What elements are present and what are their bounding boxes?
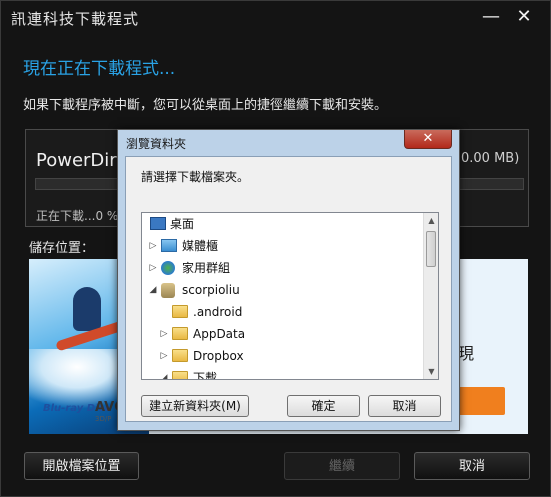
scroll-thumb[interactable] [426, 231, 436, 267]
close-button[interactable]: ✕ [513, 7, 535, 27]
tree-item-appdata[interactable]: ▷ AppData [142, 323, 424, 345]
scroll-down-icon[interactable]: ▼ [424, 364, 438, 379]
tree-item-label: Dropbox [193, 349, 244, 363]
banner-button[interactable] [457, 387, 505, 415]
title-bar: 訊連科技下載程式 — ✕ [1, 1, 551, 33]
banner-text: 現 [458, 344, 475, 363]
tree-item-label: scorpioliu [182, 283, 240, 297]
user-folder-icon [161, 283, 175, 298]
dialog-cancel-button[interactable]: 取消 [368, 395, 441, 417]
continue-button[interactable]: 繼續 [284, 452, 400, 480]
libraries-icon [161, 239, 177, 252]
tree-scrollbar[interactable]: ▲ ▼ [423, 213, 438, 379]
dialog-body: 請選擇下載檔案夾。 桌面 ▷ 媒體櫃 ▷ 家用群組 ◢ scorpioliu .… [125, 156, 452, 422]
tree-item-label: 媒體櫃 [182, 239, 219, 253]
tree-item-desktop[interactable]: 桌面 [142, 213, 424, 235]
page-heading: 現在正在下載程式... [23, 59, 176, 79]
folder-icon [172, 349, 188, 362]
tree-item-homegroup[interactable]: ▷ 家用群組 [142, 257, 424, 279]
folder-icon [172, 327, 188, 340]
format-logo: 3D/P [95, 415, 112, 423]
minimize-button[interactable]: — [480, 7, 502, 27]
homegroup-icon [161, 261, 175, 275]
download-status: 正在下載...0 % [36, 209, 119, 223]
collapse-arrow-icon[interactable]: ◢ [159, 367, 169, 379]
product-name: PowerDir [36, 150, 117, 171]
folder-icon [172, 305, 188, 318]
download-size: 0.00 MB) [461, 151, 520, 166]
collapse-arrow-icon[interactable]: ◢ [148, 279, 158, 301]
surfer-figure [73, 287, 101, 331]
description-text: 如果下載程序被中斷，您可以從桌面上的捷徑繼續下載和安裝。 [23, 98, 388, 113]
tree-item-label: .android [193, 305, 243, 319]
dialog-prompt: 請選擇下載檔案夾。 [141, 170, 250, 184]
tree-item-android[interactable]: .android [142, 301, 424, 323]
tree-item-label: 桌面 [170, 217, 195, 231]
new-folder-button[interactable]: 建立新資料夾(M) [141, 395, 249, 417]
dialog-close-button[interactable]: ✕ [404, 130, 452, 149]
open-location-button[interactable]: 開啟檔案位置 [24, 452, 139, 480]
expand-arrow-icon[interactable]: ▷ [159, 323, 169, 345]
expand-arrow-icon[interactable]: ▷ [159, 345, 169, 367]
tree-item-label: AppData [193, 327, 246, 341]
folder-icon [172, 371, 188, 379]
dialog-title: 瀏覽資料夾 [126, 137, 187, 151]
tree-item-user[interactable]: ◢ scorpioliu [142, 279, 424, 301]
tree-item-label: 家用群組 [182, 261, 231, 275]
tree-item-label: 下載 [193, 371, 218, 380]
folder-tree[interactable]: 桌面 ▷ 媒體櫃 ▷ 家用群組 ◢ scorpioliu .android ▷ … [141, 212, 439, 380]
tree-item-dropbox[interactable]: ▷ Dropbox [142, 345, 424, 367]
cancel-button[interactable]: 取消 [414, 452, 530, 480]
scroll-up-icon[interactable]: ▲ [424, 213, 438, 228]
expand-arrow-icon[interactable]: ▷ [148, 235, 158, 257]
desktop-icon [150, 217, 166, 230]
expand-arrow-icon[interactable]: ▷ [148, 257, 158, 279]
save-location-label: 儲存位置： [29, 241, 95, 256]
ok-button[interactable]: 確定 [287, 395, 360, 417]
browse-folder-dialog: 瀏覽資料夾 ✕ 請選擇下載檔案夾。 桌面 ▷ 媒體櫃 ▷ 家用群組 ◢ scor… [117, 129, 460, 431]
tree-item-libraries[interactable]: ▷ 媒體櫃 [142, 235, 424, 257]
window-title: 訊連科技下載程式 [11, 10, 140, 28]
tree-item-downloads[interactable]: ◢ 下載 [142, 367, 424, 380]
